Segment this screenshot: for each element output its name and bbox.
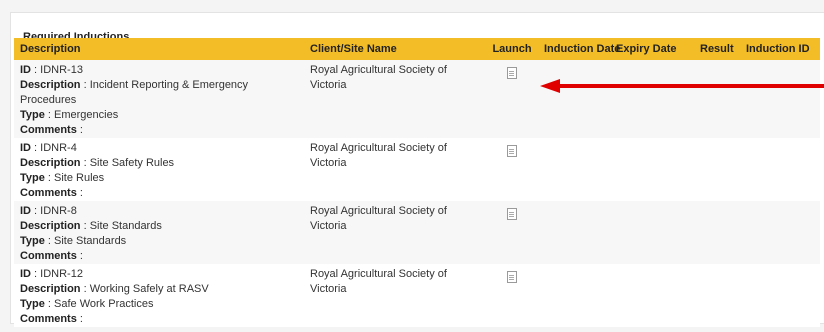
comments-line: Comments : (20, 187, 83, 199)
header-induction-date[interactable]: Induction Date (538, 38, 620, 60)
description-value: Site Standards (89, 220, 162, 232)
induction-date-cell (538, 264, 610, 327)
description-line: Description : Site Standards (20, 220, 162, 232)
id-label: ID (20, 142, 31, 154)
header-result[interactable]: Result (694, 38, 740, 60)
id-value: IDNR-4 (40, 142, 77, 154)
type-line: Type : Site Standards (20, 235, 127, 247)
id-line: ID : IDNR-8 (20, 205, 77, 217)
induction-date-cell (538, 201, 610, 264)
launch-cell (486, 60, 538, 138)
document-icon[interactable] (507, 67, 517, 79)
id-line: ID : IDNR-4 (20, 142, 77, 154)
type-value: Site Standards (54, 235, 127, 247)
expiry-date-cell (610, 264, 694, 327)
description-value: Working Safely at RASV (89, 283, 209, 295)
id-value: IDNR-8 (40, 205, 77, 217)
induction-id-cell (740, 264, 820, 327)
type-value: Site Rules (54, 172, 105, 184)
table-row: ID : IDNR-4 Description : Site Safety Rul… (14, 138, 820, 201)
table-header-row: Description Client/Site Name Launch Indu… (14, 38, 820, 60)
result-cell (694, 201, 740, 264)
type-line: Type : Safe Work Practices (20, 298, 154, 310)
description-label: Description (20, 220, 81, 232)
expiry-date-cell (610, 60, 694, 138)
description-label: Description (20, 283, 81, 295)
induction-id-cell (740, 201, 820, 264)
comments-line: Comments : (20, 250, 83, 262)
type-label: Type (20, 298, 45, 310)
table-row: ID : IDNR-8 Description : Site Standards T… (14, 201, 820, 264)
id-label: ID (20, 64, 31, 76)
red-pointer-arrow (540, 79, 824, 93)
launch-cell (486, 264, 538, 327)
launch-cell (486, 138, 538, 201)
comments-line: Comments : (20, 313, 83, 325)
header-expiry-date[interactable]: Expiry Date (610, 38, 694, 60)
table-row: ID : IDNR-13 Description : Incident Repor… (14, 60, 820, 138)
induction-id-cell (740, 60, 820, 138)
client-cell: Royal Agricultural Society of Victoria (304, 201, 486, 264)
type-label: Type (20, 172, 45, 184)
comments-label: Comments (20, 187, 77, 199)
comments-line: Comments : (20, 124, 83, 136)
induction-id-cell (740, 138, 820, 201)
launch-cell (486, 201, 538, 264)
description-line: Description : Working Safely at RASV (20, 283, 209, 295)
document-icon[interactable] (507, 145, 517, 157)
induction-date-cell (538, 138, 610, 201)
id-label: ID (20, 205, 31, 217)
comments-label: Comments (20, 313, 77, 325)
client-cell: Royal Agricultural Society of Victoria (304, 264, 486, 327)
type-value: Emergencies (54, 109, 119, 121)
expiry-date-cell (610, 138, 694, 201)
id-label: ID (20, 268, 31, 280)
type-line: Type : Site Rules (20, 172, 105, 184)
expiry-date-cell (610, 201, 694, 264)
type-label: Type (20, 109, 45, 121)
induction-date-cell (538, 60, 610, 138)
id-line: ID : IDNR-13 (20, 64, 83, 76)
description-value: Site Safety Rules (89, 157, 175, 169)
description-label: Description (20, 157, 81, 169)
type-value: Safe Work Practices (54, 298, 154, 310)
comments-label: Comments (20, 250, 77, 262)
id-value: IDNR-12 (40, 268, 83, 280)
comments-label: Comments (20, 124, 77, 136)
id-value: IDNR-13 (40, 64, 83, 76)
header-client-site-name[interactable]: Client/Site Name (304, 38, 486, 60)
description-label: Description (20, 79, 81, 91)
type-line: Type : Emergencies (20, 109, 119, 121)
description-line: Description : Site Safety Rules (20, 157, 175, 169)
header-induction-id[interactable]: Induction ID (740, 38, 820, 60)
id-line: ID : IDNR-12 (20, 268, 83, 280)
result-cell (694, 138, 740, 201)
header-description[interactable]: Description (14, 38, 304, 60)
type-label: Type (20, 235, 45, 247)
result-cell (694, 60, 740, 138)
result-cell (694, 264, 740, 327)
description-line: Description : Incident Reporting & Emerg… (20, 79, 249, 106)
document-icon[interactable] (507, 208, 517, 220)
description-cell: ID : IDNR-12 Description : Working Safely… (14, 264, 304, 327)
description-cell: ID : IDNR-8 Description : Site Standards T… (14, 201, 304, 264)
description-cell: ID : IDNR-13 Description : Incident Repor… (14, 60, 304, 138)
table-row: ID : IDNR-12 Description : Working Safely… (14, 264, 820, 327)
description-cell: ID : IDNR-4 Description : Site Safety Rul… (14, 138, 304, 201)
client-cell: Royal Agricultural Society of Victoria (304, 138, 486, 201)
client-cell: Royal Agricultural Society of Victoria (304, 60, 486, 138)
header-launch[interactable]: Launch (486, 38, 538, 60)
document-icon[interactable] (507, 271, 517, 283)
